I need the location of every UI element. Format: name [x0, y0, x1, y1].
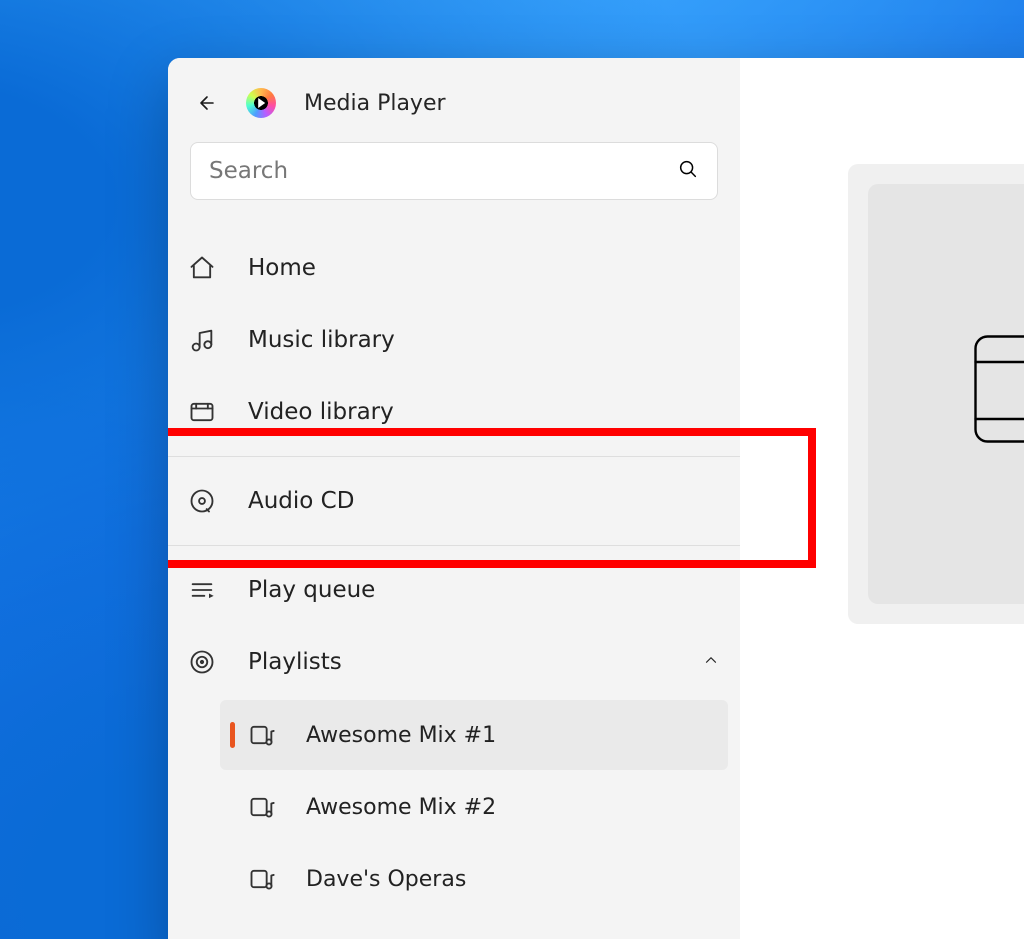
- divider: [168, 456, 740, 457]
- playlist-label: Dave's Operas: [306, 867, 466, 892]
- navigation-sidebar: Media Player Home Music libra: [168, 58, 740, 939]
- content-panel: [740, 58, 1024, 939]
- nav-audio-cd[interactable]: Audio CD: [168, 465, 740, 537]
- divider: [168, 545, 740, 546]
- nav-video-library[interactable]: Video library: [168, 376, 740, 448]
- search-icon: [677, 158, 699, 184]
- nav-list: Home Music library Video library Aud: [168, 218, 740, 914]
- playlist-item[interactable]: Awesome Mix #1: [220, 700, 728, 770]
- nav-home[interactable]: Home: [168, 232, 740, 304]
- playlist-icon: [248, 793, 276, 821]
- nav-label: Music library: [248, 327, 395, 353]
- nav-label: Home: [248, 255, 316, 281]
- chevron-up-icon: [702, 649, 720, 675]
- nav-music-library[interactable]: Music library: [168, 304, 740, 376]
- nav-label: Video library: [248, 399, 394, 425]
- nav-play-queue[interactable]: Play queue: [168, 554, 740, 626]
- title-bar: Media Player: [168, 58, 740, 142]
- playlist-icon: [248, 865, 276, 893]
- media-player-window: Media Player Home Music libra: [168, 58, 1024, 939]
- app-logo-icon: [246, 88, 276, 118]
- playlist-item[interactable]: Dave's Operas: [220, 844, 728, 914]
- music-icon: [188, 326, 216, 354]
- playlists-icon: [188, 648, 216, 676]
- media-card: [848, 164, 1024, 624]
- cd-icon: [188, 487, 216, 515]
- selection-indicator: [230, 722, 235, 748]
- search-box[interactable]: [190, 142, 718, 200]
- playlist-label: Awesome Mix #1: [306, 723, 496, 748]
- home-icon: [188, 254, 216, 282]
- playlists-sublist: Awesome Mix #1 Awesome Mix #2 Dave's Ope…: [168, 700, 740, 914]
- nav-label: Audio CD: [248, 488, 354, 514]
- back-button[interactable]: [192, 90, 218, 116]
- playlist-item[interactable]: Awesome Mix #2: [220, 772, 728, 842]
- search-input[interactable]: [209, 158, 677, 184]
- playlist-label: Awesome Mix #2: [306, 795, 496, 820]
- video-icon: [188, 398, 216, 426]
- media-thumbnail: [868, 184, 1024, 604]
- queue-icon: [188, 576, 216, 604]
- nav-label: Play queue: [248, 577, 375, 603]
- playlist-icon: [248, 721, 276, 749]
- film-icon: [968, 324, 1024, 454]
- nav-label: Playlists: [248, 649, 342, 675]
- nav-playlists-header[interactable]: Playlists: [168, 626, 740, 698]
- app-title: Media Player: [304, 91, 446, 116]
